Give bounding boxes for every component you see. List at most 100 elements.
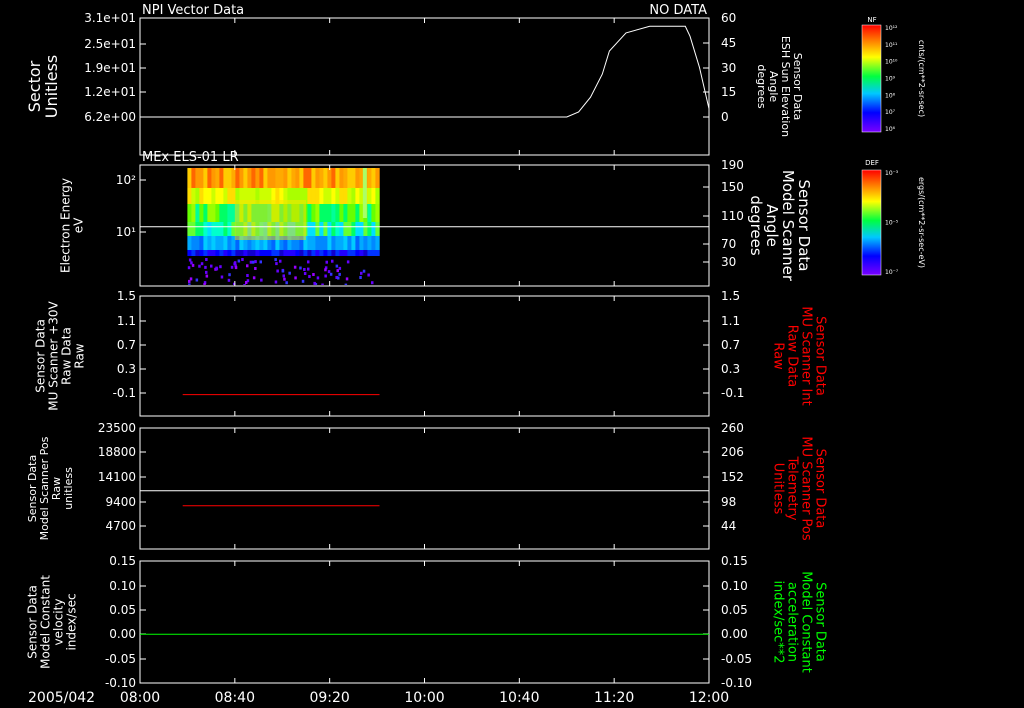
y-tick-label-right: 260 bbox=[721, 421, 744, 435]
spectrogram-speckle bbox=[188, 258, 192, 262]
spectrogram-cell bbox=[247, 168, 252, 188]
spectrogram-cell bbox=[219, 250, 224, 256]
spectrogram-speckle bbox=[331, 259, 334, 263]
y-tick-label-left: 0.7 bbox=[117, 338, 136, 352]
spectrogram-cell bbox=[367, 168, 372, 188]
spectrogram-cell bbox=[187, 204, 192, 222]
spectrogram-cell bbox=[247, 250, 252, 256]
spectrogram-speckle bbox=[367, 273, 370, 277]
spectrogram-cell bbox=[315, 168, 320, 188]
spectrogram-cell bbox=[235, 250, 240, 256]
spectrogram-cell bbox=[303, 168, 308, 188]
spectrogram-cell bbox=[219, 236, 224, 250]
spectrogram-cell bbox=[371, 168, 376, 188]
y-tick-label-left: 2.5e+01 bbox=[84, 37, 136, 51]
colorbar-tick-label: 10⁶ bbox=[885, 126, 896, 133]
y-tick-label-left: 0.00 bbox=[109, 627, 136, 641]
spectrogram-speckle bbox=[237, 259, 241, 263]
y-axis-label-left: Sensor Data Model Scanner Pos Raw unitless bbox=[26, 436, 75, 540]
spectrogram-cell bbox=[203, 204, 208, 222]
spectrogram-cell bbox=[335, 188, 340, 204]
spectrogram-cell bbox=[371, 204, 376, 222]
spectrogram-cell bbox=[351, 188, 356, 204]
spectrogram-cell bbox=[279, 168, 284, 188]
y-tick-label-right: 0 bbox=[721, 110, 729, 124]
spectrogram-cell bbox=[199, 188, 204, 204]
spectrogram-cell bbox=[207, 168, 212, 188]
colorbar-gradient bbox=[861, 24, 882, 133]
spectrogram-cell bbox=[199, 204, 204, 222]
spectrogram-cell bbox=[307, 250, 312, 256]
spectrogram-cell bbox=[203, 188, 208, 204]
spectrogram-cell bbox=[251, 168, 256, 188]
spectrogram-cell bbox=[331, 188, 336, 204]
spectrogram-cell bbox=[299, 250, 304, 256]
y-tick-label-right: 110 bbox=[721, 209, 744, 223]
colorbar-tick-label: 10¹¹ bbox=[885, 42, 898, 49]
spectrogram-cell bbox=[191, 222, 196, 236]
spectrogram-cell bbox=[187, 250, 192, 256]
y-tick-label-right: 0.15 bbox=[721, 554, 748, 568]
spectrogram-cell bbox=[339, 250, 344, 256]
spectrogram-cell bbox=[343, 236, 348, 250]
spectrogram-cell bbox=[375, 222, 380, 236]
spectrogram-cell bbox=[355, 204, 360, 222]
spectrogram-cell bbox=[339, 168, 344, 188]
y-axis-label-line: Raw bbox=[73, 343, 87, 368]
y-axis-label-line: degrees bbox=[747, 195, 765, 256]
colorbar-1: NF 10¹² 10¹¹ 10¹⁰ 10⁹ 10⁸ 10⁷ 10⁶ cnts/(cm**2-sr… bbox=[861, 16, 926, 133]
spectrogram-cell bbox=[355, 236, 360, 250]
spectrogram-speckle bbox=[205, 258, 208, 261]
spectrogram-cell bbox=[195, 168, 200, 188]
spectrogram-speckle bbox=[294, 276, 297, 280]
spectrogram-cell bbox=[287, 250, 292, 256]
spectrogram-cell bbox=[355, 222, 360, 236]
y-axis-label-right: Sensor DataMU Scanner IntRaw DataRaw bbox=[770, 306, 827, 405]
spectrogram-cell bbox=[187, 168, 192, 188]
y-tick-label-left: 6.2e+00 bbox=[84, 110, 136, 124]
spectrogram-cell bbox=[311, 222, 316, 236]
spectrogram-speckle bbox=[335, 264, 339, 268]
spectrogram-speckle bbox=[198, 264, 201, 268]
panel-frame bbox=[139, 17, 710, 156]
y-tick-label-left: 23500 bbox=[98, 421, 136, 435]
y-axis-label-line: MU Scanner Int bbox=[798, 306, 813, 405]
y-axis-label-line: Model Constant bbox=[39, 575, 53, 669]
spectrogram-cell bbox=[311, 236, 316, 250]
y-axis-label-left: Sensor Data Model Constant velocity index/s… bbox=[26, 575, 79, 669]
colorbar-tick-label: 10¹⁰ bbox=[885, 59, 898, 66]
y-tick-label-right: -0.10 bbox=[721, 676, 752, 690]
colorbar-tick-label: 10⁸ bbox=[885, 92, 896, 99]
y-axis-label-line: Model Constant bbox=[798, 571, 813, 673]
spectrogram-cell bbox=[263, 250, 268, 256]
spectrogram-cell bbox=[267, 168, 272, 188]
spectrogram-cell bbox=[323, 250, 328, 256]
y-tick-label-right: 0.00 bbox=[721, 627, 748, 641]
spectrogram-cell bbox=[215, 168, 220, 188]
spectrogram-cell bbox=[227, 236, 232, 250]
spectrogram-speckle bbox=[346, 260, 350, 264]
spectrogram-speckle bbox=[275, 262, 278, 266]
spectrogram-cell bbox=[351, 236, 356, 250]
y-tick-label-left: 10² bbox=[116, 173, 136, 187]
x-tick-label: 08:00 bbox=[120, 690, 160, 706]
spectrogram-cell bbox=[327, 222, 332, 236]
spectrogram-cell bbox=[307, 168, 312, 188]
x-axis: 2005/042 08:00 08:40 09:20 10:00 10:40 11:20 12… bbox=[28, 690, 729, 706]
spectrogram-cell bbox=[355, 168, 360, 188]
spectrogram-cell bbox=[319, 168, 324, 188]
spectrogram-cell bbox=[319, 222, 324, 236]
spectrogram-cell bbox=[327, 204, 332, 222]
spectrogram-speckle bbox=[254, 267, 257, 270]
spectrogram-speckle bbox=[228, 273, 231, 277]
spectrogram-speckle bbox=[246, 274, 249, 277]
spectrogram-cell bbox=[339, 222, 344, 236]
y-axis-label-line: Raw bbox=[770, 342, 785, 370]
spectrogram-speckle bbox=[308, 275, 311, 278]
spectrogram-cell bbox=[371, 250, 376, 256]
spectrogram-cell bbox=[323, 204, 328, 222]
spectrogram-cell bbox=[207, 188, 212, 204]
spectrogram-cell bbox=[195, 204, 200, 222]
y-axis-label-left: Sensor Data MU Scanner +30V Raw Data Raw bbox=[34, 301, 87, 411]
spectrogram-speckle bbox=[200, 262, 204, 266]
